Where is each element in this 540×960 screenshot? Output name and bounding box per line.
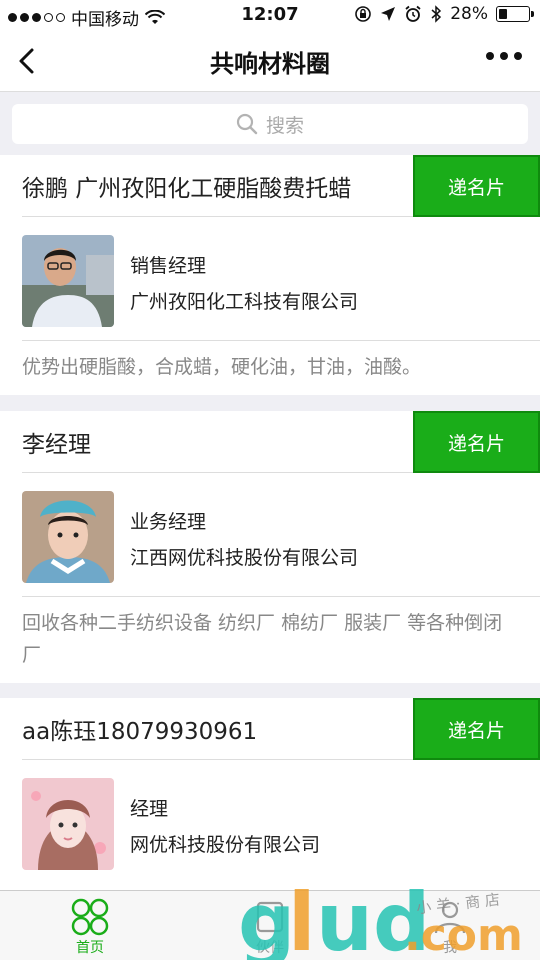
contact-card[interactable]: 李经理 递名片 业务经理 江西网优科技股份有限公司 回收各种二手纺织设备 纺织厂…: [0, 411, 540, 683]
contact-card[interactable]: aa陈珏18079930961 递名片 经理 网优科技股份有限公司: [0, 698, 540, 890]
navigation-bar: 共响材料圈: [0, 30, 540, 92]
tab-home[interactable]: 首页: [50, 897, 130, 957]
tab-label: 首页: [76, 940, 104, 956]
contact-name: aa陈珏18079930961: [22, 719, 258, 745]
avatar[interactable]: [22, 491, 114, 583]
contact-card[interactable]: 徐鹏 广州孜阳化工硬脂酸费托蜡 递名片 销售经理 广州孜阳化工科技有限公司 优势…: [0, 155, 540, 395]
contact-name: 徐鹏 广州孜阳化工硬脂酸费托蜡: [22, 176, 352, 202]
battery-icon: [496, 6, 534, 22]
search-input[interactable]: 搜索: [12, 104, 528, 144]
svg-text:g: g: [238, 878, 295, 960]
send-card-button[interactable]: 递名片: [413, 698, 540, 760]
svg-text:l: l: [288, 878, 315, 960]
rotation-lock-icon: [355, 6, 372, 22]
avatar[interactable]: [22, 235, 114, 327]
search-icon: [236, 113, 258, 135]
contact-company: 网优科技股份有限公司: [130, 834, 321, 856]
location-arrow-icon: [381, 7, 396, 21]
watermark-logo: g l ud .com 小 羊 · 商 店: [238, 878, 523, 960]
avatar[interactable]: [22, 778, 114, 870]
contact-position: 经理: [130, 798, 169, 820]
more-options-icon[interactable]: [486, 52, 522, 60]
home-circles-icon: [71, 898, 109, 936]
page-title: 共响材料圈: [210, 50, 330, 78]
svg-text:.com: .com: [404, 910, 523, 960]
contact-company: 江西网优科技股份有限公司: [130, 547, 359, 569]
alarm-icon: [405, 5, 421, 22]
contact-company: 广州孜阳化工科技有限公司: [130, 291, 359, 313]
status-bar: 中国移动 12:07 28%: [0, 0, 540, 30]
send-card-button[interactable]: 递名片: [413, 411, 540, 473]
contact-name: 李经理: [22, 432, 91, 458]
bluetooth-icon: [431, 5, 442, 23]
contact-position: 销售经理: [130, 255, 207, 277]
contact-description: 回收各种二手纺织设备 纺织厂 棉纺厂 服装厂 等各种倒闭厂: [22, 612, 503, 666]
contact-position: 业务经理: [130, 511, 207, 533]
battery-percentage: 28%: [450, 4, 488, 24]
search-placeholder: 搜索: [265, 114, 304, 137]
send-card-button[interactable]: 递名片: [413, 155, 540, 217]
contact-description: 优势出硬脂酸，合成蜡，硬化油，甘油，油酸。: [22, 356, 422, 378]
